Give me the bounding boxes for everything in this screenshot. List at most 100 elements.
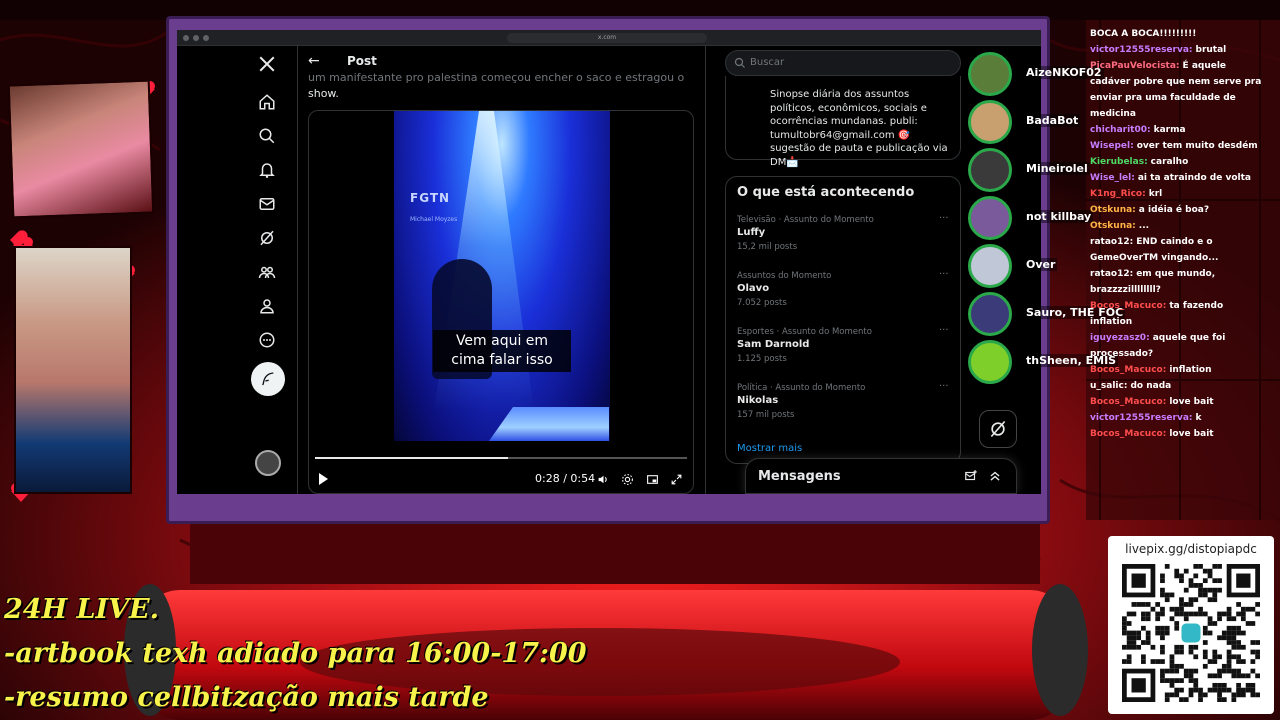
- volume-icon[interactable]: [595, 471, 611, 487]
- mail-icon[interactable]: [255, 192, 279, 216]
- post-column: ← Post um manifestante pro palestina com…: [298, 46, 706, 494]
- bell-icon[interactable]: [255, 158, 279, 182]
- browser-dot-icon[interactable]: [193, 35, 199, 41]
- viewer-avatar: [968, 292, 1012, 336]
- play-icon[interactable]: [319, 473, 328, 485]
- qr-module: [1250, 682, 1256, 688]
- qr-module: [1160, 625, 1165, 631]
- messages-drawer[interactable]: Mensagens: [745, 458, 1017, 494]
- qr-module: [1231, 654, 1237, 660]
- video-player[interactable]: FGTN Michael Moyzes Vem aqui em cima fal…: [308, 110, 694, 494]
- x-logo-icon[interactable]: [255, 52, 279, 76]
- search-icon: [734, 57, 745, 68]
- qr-module: [1164, 678, 1170, 683]
- picture-in-picture-icon[interactable]: [644, 471, 660, 487]
- qr-module: [1250, 668, 1256, 674]
- qr-module: [1122, 630, 1127, 636]
- address-bar[interactable]: x.com: [507, 33, 707, 43]
- qr-module: [1179, 649, 1184, 655]
- trend-count: 157 mil posts: [737, 410, 795, 420]
- chevron-up-icon[interactable]: [988, 469, 1002, 483]
- trend-item[interactable]: Televisão · Assunto do Momento Luffy 15,…: [737, 213, 955, 267]
- qr-module: [1169, 682, 1175, 688]
- qr-module: [1145, 640, 1151, 645]
- video-progress-bar[interactable]: [315, 457, 687, 459]
- qr-module: [1126, 630, 1132, 636]
- qr-module: [1131, 602, 1137, 607]
- trend-name: Nikolas: [737, 395, 779, 406]
- page-title: Post: [347, 54, 377, 68]
- more-options-icon[interactable]: ···: [939, 325, 949, 336]
- qr-module: [1160, 678, 1165, 683]
- qr-module: [1250, 659, 1256, 664]
- qr-code: [1122, 564, 1260, 702]
- search-input[interactable]: Buscar: [725, 50, 961, 76]
- video-progress-fill: [315, 457, 509, 459]
- back-arrow-icon[interactable]: ←: [308, 53, 320, 69]
- fullscreen-icon[interactable]: [668, 471, 684, 487]
- qr-module: [1126, 654, 1132, 660]
- search-icon[interactable]: [255, 124, 279, 148]
- trend-item[interactable]: Política · Assunto do Momento Nikolas 15…: [737, 381, 955, 435]
- more-options-icon[interactable]: ···: [939, 269, 949, 280]
- video-frame[interactable]: FGTN Michael Moyzes: [394, 111, 610, 441]
- chat-message: ratao12: em que mundo,: [1090, 266, 1276, 282]
- trend-item[interactable]: Esportes · Assunto do Momento Sam Darnol…: [737, 325, 955, 379]
- more-options-icon[interactable]: ···: [939, 213, 949, 224]
- chat-username: Wisepel:: [1090, 141, 1134, 151]
- video-timecode: 0:28 / 0:54: [535, 472, 596, 485]
- more-icon[interactable]: [255, 328, 279, 352]
- profile-icon[interactable]: [255, 294, 279, 318]
- communities-icon[interactable]: [255, 260, 279, 284]
- qr-module: [1240, 611, 1246, 617]
- search-placeholder: Buscar: [750, 57, 785, 68]
- qr-module: [1202, 625, 1208, 631]
- chat-username: Otskuna:: [1090, 205, 1136, 215]
- qr-module: [1188, 668, 1194, 674]
- chat-username: chicharit00:: [1090, 125, 1151, 135]
- qr-module: [1188, 611, 1194, 617]
- qr-module: [1202, 630, 1208, 636]
- qr-module: [1231, 616, 1237, 622]
- qr-module: [1236, 644, 1241, 650]
- chat-text: a idéia é boa?: [1138, 205, 1210, 215]
- qr-module: [1183, 568, 1189, 574]
- grok-icon[interactable]: [255, 226, 279, 250]
- qr-module: [1217, 687, 1222, 693]
- grok-button[interactable]: [979, 410, 1017, 448]
- trend-item[interactable]: Assuntos do Momento Olavo 7.052 posts ··…: [737, 269, 955, 323]
- qr-label: livepix.gg/distopiapdc: [1125, 542, 1257, 556]
- settings-gear-icon[interactable]: [619, 471, 635, 487]
- qr-finder: [1131, 573, 1146, 588]
- qr-module: [1122, 644, 1127, 650]
- qr-module: [1174, 568, 1180, 574]
- compose-post-button[interactable]: [251, 362, 285, 396]
- qr-module: [1160, 668, 1165, 674]
- viewer-avatar: [968, 340, 1012, 384]
- chat-message: Wisepel: over tem muito desdém: [1090, 138, 1276, 154]
- qr-module: [1174, 644, 1180, 650]
- show-more-link[interactable]: Mostrar mais: [737, 443, 802, 454]
- qr-module: [1245, 606, 1251, 612]
- qr-module: [1150, 659, 1156, 664]
- new-message-icon[interactable]: [964, 469, 978, 483]
- qr-module: [1174, 573, 1180, 579]
- browser-dot-icon[interactable]: [203, 35, 209, 41]
- browser-toolbar: x.com: [177, 30, 1041, 46]
- qr-module: [1155, 602, 1161, 607]
- account-avatar[interactable]: [255, 450, 281, 476]
- qr-module: [1226, 640, 1232, 645]
- home-icon[interactable]: [255, 90, 279, 114]
- qr-module: [1226, 654, 1232, 660]
- bio-text: Sinopse diária dos assuntos políticos, e…: [770, 89, 948, 168]
- qr-module: [1164, 692, 1170, 698]
- chat-message: Otskuna: a idéia é boa?: [1090, 202, 1276, 218]
- chat-message: Wise_lel: ai ta atraindo de volta: [1090, 170, 1276, 186]
- stage-light: [489, 407, 609, 441]
- chat-username: Bocos_Macuco:: [1090, 365, 1167, 375]
- more-options-icon[interactable]: ···: [939, 381, 949, 392]
- qr-finder: [1236, 573, 1251, 588]
- browser-dot-icon[interactable]: [183, 35, 189, 41]
- trend-category: Esportes · Assunto do Momento: [737, 327, 872, 337]
- chat-text: inflation: [1169, 365, 1212, 375]
